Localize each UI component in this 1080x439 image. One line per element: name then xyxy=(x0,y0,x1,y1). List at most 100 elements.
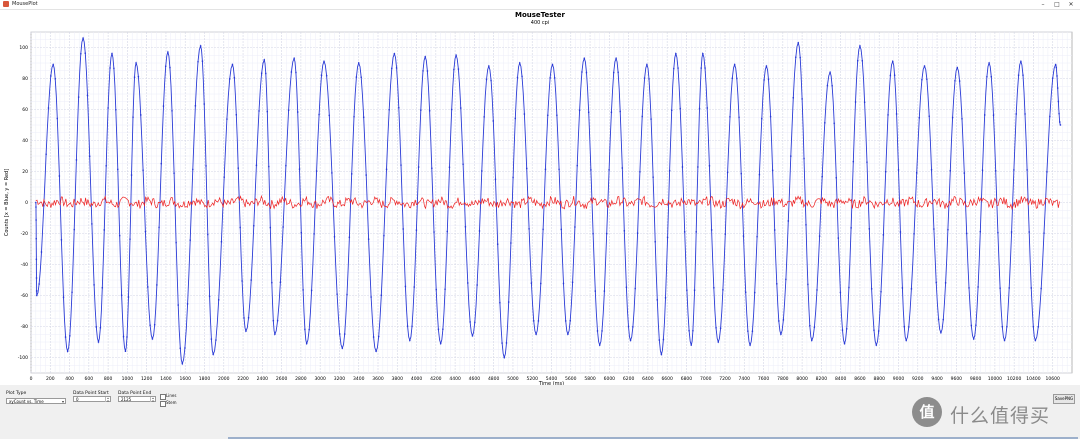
x-series-point xyxy=(574,226,576,228)
x-tick-label: 8200 xyxy=(816,376,828,382)
x-series-point xyxy=(841,329,844,331)
x-series-point xyxy=(677,67,679,69)
x-series-point xyxy=(323,60,325,63)
x-series-point xyxy=(207,233,209,236)
x-series-point xyxy=(681,166,684,168)
x-series-point xyxy=(97,341,100,343)
x-series-point xyxy=(464,226,467,228)
x-series-point xyxy=(986,75,988,78)
x-series-point xyxy=(928,115,930,117)
x-tick-label: 2200 xyxy=(237,376,249,382)
x-series-point xyxy=(592,232,594,235)
x-series-point xyxy=(287,109,290,111)
y-tick-label: 60 xyxy=(22,107,28,113)
x-series-point xyxy=(740,172,742,175)
x-series-point xyxy=(1026,169,1028,171)
x-series-point xyxy=(590,169,592,171)
x-series-point xyxy=(71,291,73,294)
x-series-point xyxy=(795,56,797,58)
x-series-point xyxy=(93,284,95,286)
close-button[interactable]: ✕ xyxy=(1064,0,1078,9)
x-series-point xyxy=(60,239,63,241)
x-series-point xyxy=(1056,87,1059,89)
x-series-point xyxy=(722,289,724,291)
x-tick-label: 5000 xyxy=(507,376,519,382)
x-series-point xyxy=(263,59,265,61)
x-series-point xyxy=(318,113,320,116)
x-series-point xyxy=(803,157,805,160)
x-series-point xyxy=(837,237,840,239)
x-series-point xyxy=(646,63,648,66)
x-series-point xyxy=(226,118,228,120)
data-point-start-input[interactable]: 0 ▴ ▾ xyxy=(73,396,111,402)
x-tick-label: 4200 xyxy=(430,376,442,382)
x-series-point xyxy=(478,230,481,232)
y-tick-label: -80 xyxy=(21,324,28,330)
x-series-point xyxy=(910,288,913,290)
x-series-point xyxy=(194,105,197,107)
x-series-point xyxy=(297,111,299,113)
x-series-point xyxy=(892,60,894,63)
x-series-point xyxy=(453,68,455,71)
x-series-point xyxy=(268,165,270,168)
x-series-point xyxy=(880,291,882,293)
maximize-button[interactable]: □ xyxy=(1050,0,1064,9)
x-series-point xyxy=(829,71,831,73)
x-tick-label: 3200 xyxy=(334,376,346,382)
minimize-button[interactable]: – xyxy=(1036,0,1050,9)
x-series-point xyxy=(507,301,510,303)
x-series-point xyxy=(450,108,453,111)
x-series-point xyxy=(700,67,702,69)
x-tick-label: 400 xyxy=(65,376,74,382)
x-series-point xyxy=(776,283,778,285)
x-tick-label: 3800 xyxy=(392,376,404,382)
x-series-point xyxy=(761,117,763,120)
x-series-point xyxy=(887,114,889,116)
x-series-point xyxy=(787,220,790,222)
x-series-point xyxy=(863,101,866,103)
x-series-point xyxy=(1032,325,1035,328)
x-series-point xyxy=(1003,339,1006,342)
x-tick-label: 4400 xyxy=(449,376,461,382)
x-series-point xyxy=(162,105,165,107)
watermark-logo: 值 xyxy=(912,397,942,427)
window-titlebar: MousePlot – □ ✕ xyxy=(0,0,1080,10)
x-series-point xyxy=(562,282,565,285)
x-series-point xyxy=(1013,169,1015,171)
x-series-point xyxy=(260,72,263,75)
x-series-point xyxy=(420,109,422,111)
x-series-point xyxy=(824,122,826,124)
x-series-point xyxy=(558,168,560,171)
x-series-point xyxy=(942,318,944,321)
x-series-point xyxy=(695,231,697,233)
save-png-button[interactable]: SavePNG xyxy=(1053,394,1075,404)
x-tick-label: 7200 xyxy=(719,376,731,382)
data-point-end-input[interactable]: 2125 ▴ ▾ xyxy=(118,396,156,402)
x-series-point xyxy=(956,66,958,69)
x-tick-label: 200 xyxy=(46,376,55,382)
x-series-point xyxy=(483,116,485,118)
x-series-point xyxy=(688,329,690,332)
x-tick-label: 7600 xyxy=(758,376,770,382)
x-tick-label: 10600 xyxy=(1046,376,1060,382)
x-tick-label: 600 xyxy=(85,376,94,382)
x-series-point xyxy=(35,206,37,208)
x-series-point xyxy=(848,286,850,289)
x-series-point xyxy=(269,226,272,229)
x-series-point xyxy=(650,118,652,120)
x-series-point xyxy=(212,353,214,356)
x-series-point xyxy=(656,299,658,301)
spinner-icon[interactable]: ▴ ▾ xyxy=(150,397,155,402)
x-series-point xyxy=(164,65,167,68)
x-series-point xyxy=(331,172,333,174)
x-series-point xyxy=(518,62,521,64)
x-series-point xyxy=(88,155,91,157)
x-series-point xyxy=(442,328,444,330)
plot-type-select[interactable]: xyCount vs. Time ▾ xyxy=(6,398,66,404)
x-series-point xyxy=(977,286,979,288)
x-tick-label: 1000 xyxy=(122,376,134,382)
x-series-point xyxy=(754,291,756,294)
x-series-point xyxy=(343,333,346,335)
x-tick-label: 9400 xyxy=(931,376,943,382)
spinner-icon[interactable]: ▴ ▾ xyxy=(105,397,110,402)
